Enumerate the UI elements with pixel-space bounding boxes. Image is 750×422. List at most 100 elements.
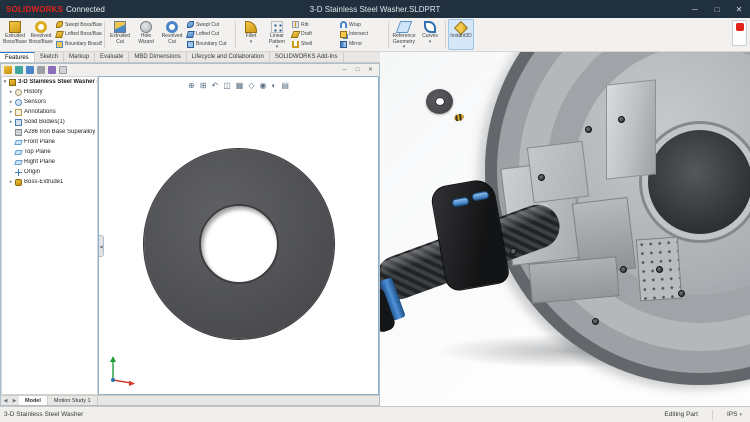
wrap-intersect-mirror-group: Wrap Intersect Mirror: [338, 19, 386, 50]
draft-button[interactable]: Draft: [290, 30, 338, 39]
assembly-render-view[interactable]: [380, 52, 750, 406]
tab-model[interactable]: Model: [19, 396, 48, 405]
tab-features[interactable]: Features: [0, 52, 35, 62]
part-minimize-button[interactable]: ─: [338, 64, 351, 75]
part-close-button[interactable]: ✕: [364, 64, 377, 75]
tree-item-right-plane[interactable]: Right Plane: [2, 157, 97, 167]
collapse-icon[interactable]: ▾: [2, 79, 8, 85]
tab-scroll-left-icon[interactable]: ◀: [1, 398, 10, 404]
revolved-cut-button[interactable]: Revolved Cut: [159, 19, 185, 50]
close-button[interactable]: ✕: [728, 0, 750, 18]
previous-view-icon[interactable]: ↶: [212, 82, 219, 90]
minimize-button[interactable]: ─: [684, 0, 706, 18]
fillet-dropdown-icon[interactable]: ▾: [250, 40, 253, 45]
expand-icon[interactable]: ▸: [8, 89, 14, 95]
tab-scroll-right-icon[interactable]: ▶: [10, 398, 19, 404]
dimxpertmanager-tab-icon[interactable]: [37, 66, 45, 74]
featuremanager-tab-icon[interactable]: [4, 66, 12, 74]
mirror-button[interactable]: Mirror: [338, 40, 386, 49]
lofted-cut-button[interactable]: Lofted Cut: [185, 30, 233, 39]
washer-model[interactable]: [144, 149, 334, 339]
zoom-area-icon[interactable]: ⊞: [200, 82, 207, 90]
task-pane-icon: [736, 23, 744, 31]
unit-system-selector[interactable]: IPS ▾: [727, 411, 742, 418]
manager-panel-more-icon[interactable]: [59, 66, 67, 74]
tree-item-origin[interactable]: Origin: [2, 167, 97, 177]
swept-cut-button[interactable]: Swept Cut: [185, 20, 233, 29]
sensors-icon: [15, 99, 22, 106]
plane-icon: [14, 160, 23, 165]
propertymanager-tab-icon[interactable]: [15, 66, 23, 74]
curves-dropdown-icon[interactable]: ▾: [429, 40, 432, 45]
tree-item-top-plane[interactable]: Top Plane: [2, 147, 97, 157]
revolved-boss-base-button[interactable]: Revolved Boss/Base: [28, 19, 54, 50]
extruded-cut-button[interactable]: Extruded Cut: [107, 19, 133, 50]
part-restore-button[interactable]: □: [351, 64, 364, 75]
material-icon: [15, 129, 22, 136]
status-right-group: Editing Part IPS ▾: [664, 410, 750, 420]
tab-mbd-dimensions[interactable]: MBD Dimensions: [129, 52, 186, 62]
rib-button[interactable]: Rib: [290, 20, 338, 29]
expand-icon[interactable]: ▸: [8, 109, 14, 115]
tree-item-front-plane[interactable]: Front Plane: [2, 137, 97, 147]
display-style-icon[interactable]: ◇: [248, 82, 254, 90]
document-title: 3-D Stainless Steel Washer.SLDPRT: [310, 5, 441, 14]
instant3d-button[interactable]: Instant3D: [448, 19, 474, 50]
reference-geometry-button[interactable]: Reference Geometry ▾: [391, 19, 417, 50]
screw-head: [678, 290, 685, 297]
expand-icon[interactable]: ▸: [8, 99, 14, 105]
tab-sketch[interactable]: Sketch: [35, 52, 64, 62]
intersect-button[interactable]: Intersect: [338, 30, 386, 39]
status-document-name: 3-D Stainless Steel Washer: [4, 411, 83, 418]
task-pane-tab[interactable]: [732, 20, 747, 46]
tree-item-boss-extrude1[interactable]: ▸ Boss-Extrude1: [2, 177, 97, 187]
heads-up-view-toolbar: ⊕ ⊞ ↶ ◫ ▦ ◇ ◉ ◐ ▤: [188, 82, 289, 90]
tab-evaluate[interactable]: Evaluate: [95, 52, 129, 62]
boundary-boss-base-button[interactable]: Boundary Boss/Base: [54, 40, 102, 49]
view-orientation-icon[interactable]: ▦: [236, 82, 244, 90]
tree-item-history[interactable]: ▸ History: [2, 87, 97, 97]
tab-markup[interactable]: Markup: [64, 52, 95, 62]
zoom-fit-icon[interactable]: ⊕: [188, 82, 195, 90]
shell-button[interactable]: Shell: [290, 40, 338, 49]
fillet-button[interactable]: Fillet ▾: [238, 19, 264, 50]
expand-icon[interactable]: ▸: [8, 179, 14, 185]
feature-tree-root[interactable]: ▾ 3-D Stainless Steel Washer (test washe…: [2, 77, 97, 87]
graphics-viewport[interactable]: ⊕ ⊞ ↶ ◫ ▦ ◇ ◉ ◐ ▤ ◀: [98, 76, 379, 395]
section-view-icon[interactable]: ◫: [223, 82, 231, 90]
edit-appearance-icon[interactable]: ◐: [271, 82, 276, 90]
part-icon: [9, 79, 16, 86]
hole-wizard-button[interactable]: Hole Wizard: [133, 19, 159, 50]
wrap-button[interactable]: Wrap: [338, 20, 386, 29]
configurationmanager-tab-icon[interactable]: [26, 66, 34, 74]
tab-motion-study-1[interactable]: Motion Study 1: [48, 396, 98, 405]
expand-icon[interactable]: ▸: [8, 119, 14, 125]
tree-item-material[interactable]: A286 Iron Base Superalloy: [2, 127, 97, 137]
linear-pattern-button[interactable]: Linear Pattern ▾: [264, 19, 290, 50]
boundary-cut-button[interactable]: Boundary Cut: [185, 40, 233, 49]
tree-item-solid-bodies[interactable]: ▸ Solid Bodies(1): [2, 117, 97, 127]
linear-pattern-dropdown-icon[interactable]: ▾: [276, 45, 279, 50]
lofted-boss-base-button[interactable]: Lofted Boss/Base: [54, 30, 102, 39]
part-document-window: ─ □ ✕ ▾ 3-D Stainless Steel Washer (test…: [0, 63, 380, 406]
titlebar: SOLIDWORKS Connected 3-D Stainless Steel…: [0, 0, 750, 18]
curves-button[interactable]: Curves ▾: [417, 19, 443, 50]
extrude-feature-icon: [15, 179, 22, 186]
revolved-boss-icon: [35, 21, 47, 33]
reference-geometry-dropdown-icon[interactable]: ▾: [403, 45, 406, 50]
tree-item-annotations[interactable]: ▸ Annotations: [2, 107, 97, 117]
panel-splitter-handle[interactable]: ◀: [98, 235, 104, 257]
history-icon: [15, 89, 22, 96]
tab-lifecycle-collaboration[interactable]: Lifecycle and Collaboration: [187, 52, 270, 62]
displaymanager-tab-icon[interactable]: [48, 66, 56, 74]
tree-item-sensors[interactable]: ▸ Sensors: [2, 97, 97, 107]
extruded-boss-base-button[interactable]: Extruded Boss/Base: [2, 19, 28, 50]
maximize-button[interactable]: □: [706, 0, 728, 18]
swept-boss-icon: [56, 21, 63, 28]
view-settings-icon[interactable]: ▤: [281, 82, 289, 90]
lofted-boss-icon: [55, 31, 64, 38]
tab-solidworks-addins[interactable]: SOLIDWORKS Add-Ins: [270, 52, 344, 62]
extruded-cut-icon: [114, 21, 126, 33]
hide-show-items-icon[interactable]: ◉: [260, 82, 267, 90]
swept-boss-base-button[interactable]: Swept Boss/Base: [54, 20, 102, 29]
